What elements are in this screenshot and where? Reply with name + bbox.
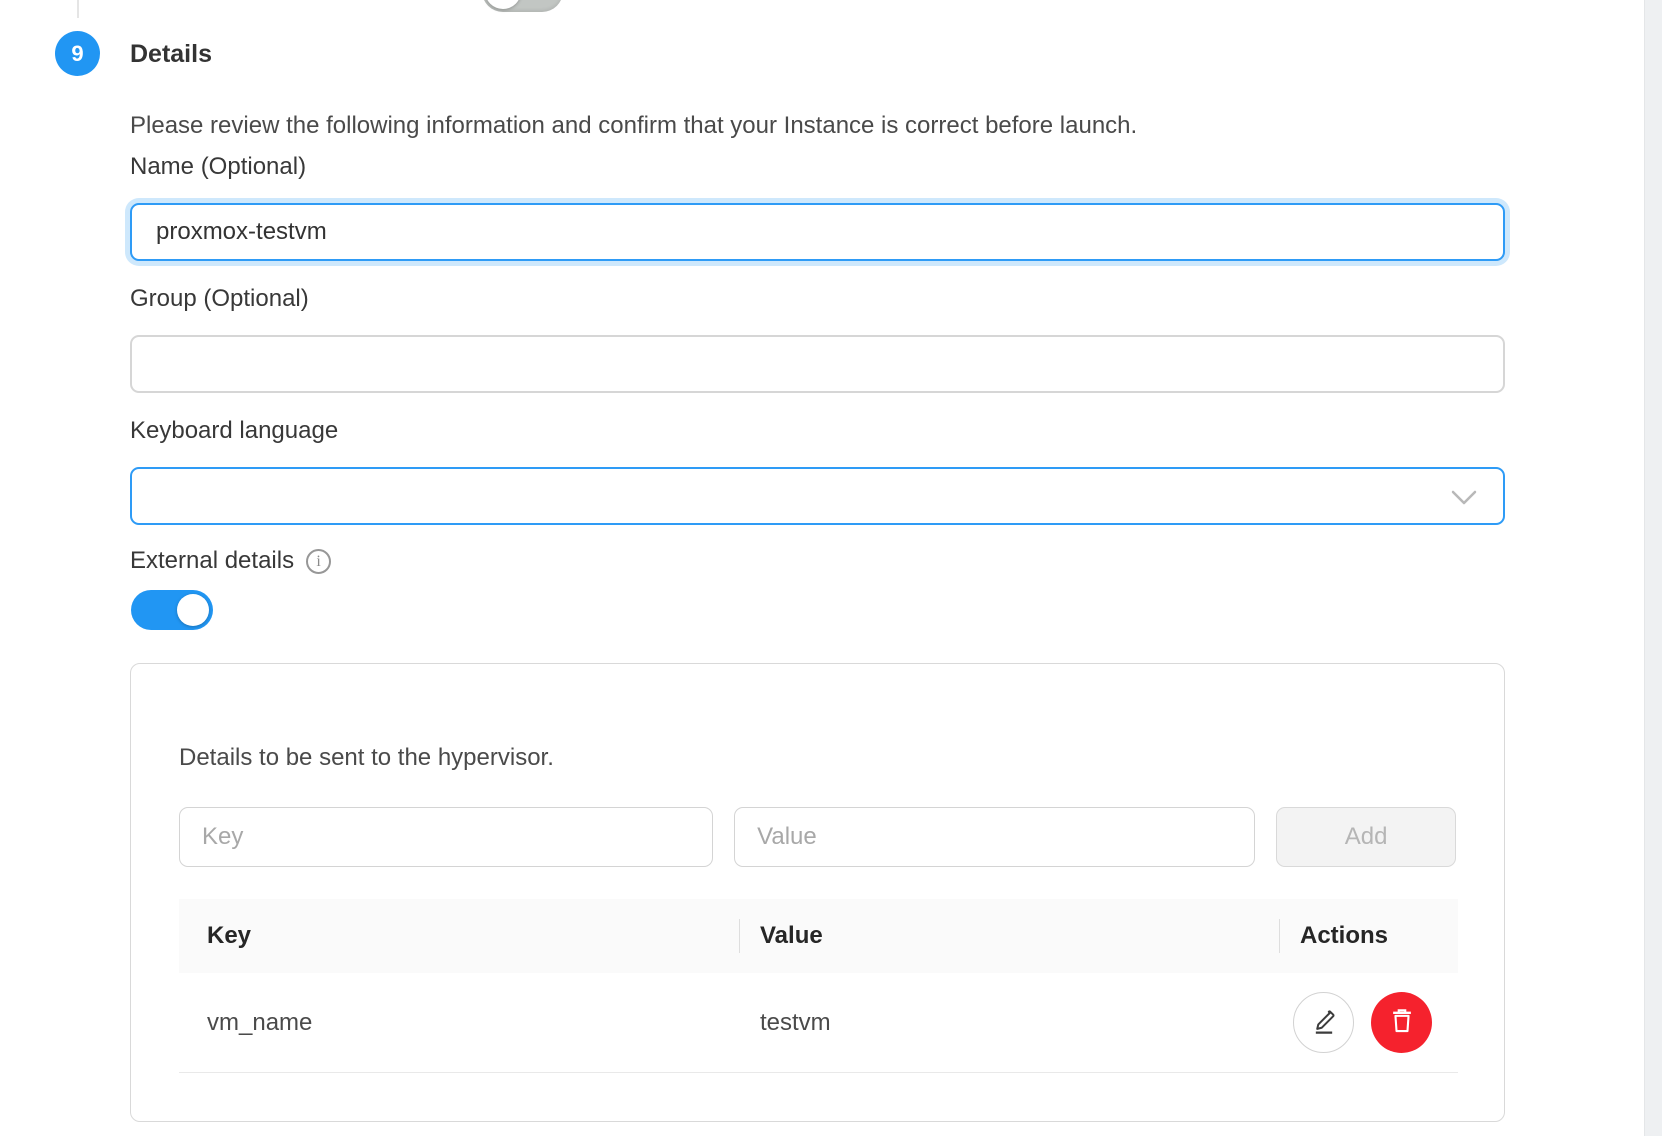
step-title: Details	[130, 40, 212, 69]
hypervisor-details-panel: Details to be sent to the hypervisor. Ad…	[130, 663, 1505, 1122]
header-divider	[1279, 919, 1280, 953]
header-actions: Actions	[1279, 922, 1458, 950]
step-number-badge: 9	[55, 31, 100, 76]
row-key-cell: vm_name	[179, 1009, 739, 1037]
details-table: Key Value Actions vm_name testvm	[179, 899, 1458, 1073]
group-input[interactable]	[130, 335, 1505, 393]
stepper-connector-line	[77, 0, 79, 18]
name-label: Name (Optional)	[130, 153, 306, 181]
header-key: Key	[179, 922, 739, 950]
external-details-toggle[interactable]	[131, 590, 213, 630]
add-button[interactable]: Add	[1276, 807, 1456, 867]
info-icon[interactable]: i	[306, 549, 331, 574]
row-value-cell: testvm	[739, 1009, 1279, 1037]
table-row: vm_name testvm	[179, 973, 1458, 1073]
previous-step-toggle[interactable]	[482, 0, 563, 12]
table-header-row: Key Value Actions	[179, 899, 1458, 973]
toggle-knob	[177, 594, 209, 626]
intro-text: Please review the following information …	[130, 112, 1137, 140]
name-input[interactable]	[130, 203, 1505, 261]
row-actions-cell	[1279, 992, 1432, 1053]
toggle-knob	[485, 0, 521, 9]
keyboard-language-select[interactable]	[130, 467, 1505, 525]
key-value-entry-row: Add	[179, 807, 1456, 867]
header-divider	[739, 919, 740, 953]
value-input[interactable]	[734, 807, 1255, 867]
pencil-icon	[1310, 1007, 1338, 1038]
panel-description: Details to be sent to the hypervisor.	[179, 744, 1456, 772]
trash-icon	[1388, 1007, 1416, 1038]
delete-button[interactable]	[1371, 992, 1432, 1053]
edit-button[interactable]	[1293, 992, 1354, 1053]
key-input[interactable]	[179, 807, 713, 867]
external-details-label-text: External details	[130, 547, 294, 575]
chevron-down-icon	[1449, 486, 1479, 514]
header-value: Value	[739, 922, 1279, 950]
external-details-label: External details i	[130, 547, 331, 575]
group-label: Group (Optional)	[130, 285, 309, 313]
keyboard-language-label: Keyboard language	[130, 417, 338, 445]
page-gutter	[1644, 0, 1662, 1136]
step-number: 9	[71, 41, 83, 67]
